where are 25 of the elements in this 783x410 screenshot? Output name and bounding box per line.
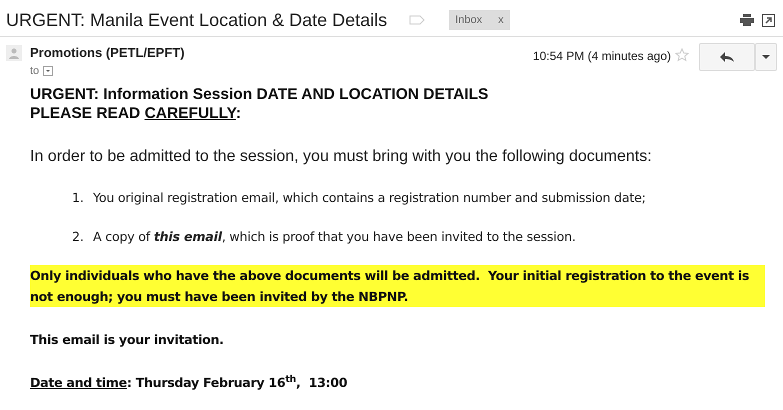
heading-line: PLEASE READ CAREFULLY:: [30, 104, 242, 123]
email-subject: URGENT: Manila Event Location & Date Details: [6, 8, 388, 32]
recipient-label: to: [30, 64, 40, 78]
body-text: This email is your invitation.: [30, 330, 225, 349]
new-window-icon[interactable]: [762, 14, 775, 26]
body-text: In order to be admitted to the session, you must bring with you the following documents:: [30, 147, 653, 167]
star-icon[interactable]: [675, 48, 689, 62]
remove-label-button[interactable]: x: [498, 12, 504, 28]
list-number: 2.: [72, 228, 85, 246]
dropdown-icon[interactable]: [43, 66, 54, 76]
inbox-label: Inbox x: [449, 10, 510, 30]
highlighted-text: Only individuals who have the above documents will be admitted. Your initial registration to the event is not enough; you must have been invited by the NBPNP.: [30, 264, 765, 307]
reply-icon: [720, 52, 734, 62]
reply-button[interactable]: [699, 43, 755, 71]
avatar-icon: [6, 44, 22, 61]
sender-name: Promotions (PETL/EPFT): [30, 44, 185, 62]
list-item-text: A copy of this email, which is proof that you have been invited to the session.: [93, 228, 576, 246]
more-button[interactable]: [755, 43, 777, 71]
message-time: 10:54 PM (4 minutes ago): [532, 48, 671, 65]
caret-icon: [762, 54, 770, 59]
heading-line: URGENT: Information Session DATE AND LOCATION DETAILS: [30, 85, 490, 104]
list-item-text: You original registration email, which contains a registration number and submission date;: [93, 189, 646, 207]
print-icon[interactable]: [740, 14, 754, 26]
body-text: Date and time: Thursday February 16$^{th}$, 13:00: [30, 373, 348, 392]
list-number: 1.: [72, 189, 85, 207]
